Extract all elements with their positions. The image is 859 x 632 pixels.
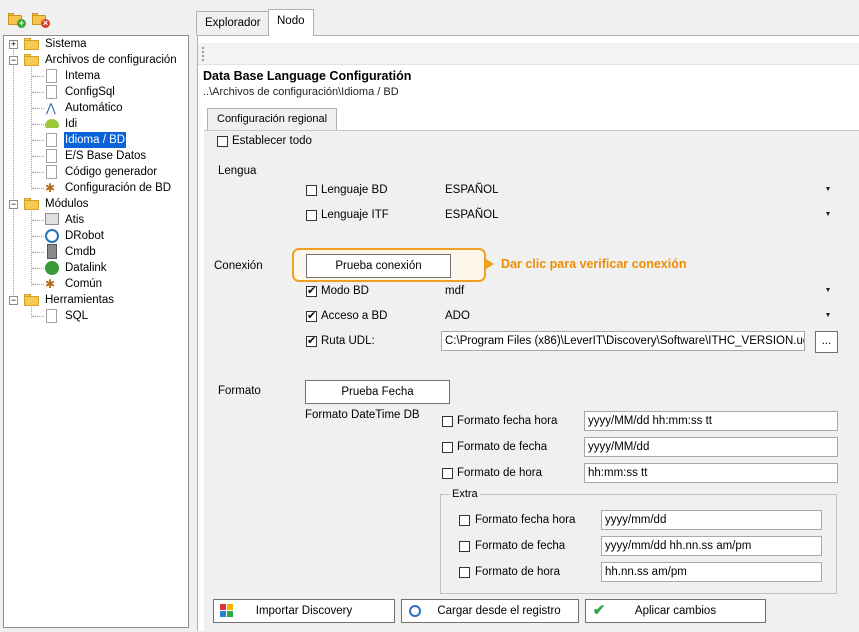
compass-icon: ⋀ <box>46 101 56 115</box>
import-icon <box>220 604 234 618</box>
collapse-archivos[interactable]: − <box>9 56 18 65</box>
ruta-udl-input[interactable]: C:\Program Files (x86)\LeverIT\Discovery… <box>441 331 805 351</box>
aplicar-label: Aplicar cambios <box>634 605 717 617</box>
tab-configuracion-regional[interactable]: Configuración regional <box>207 108 338 130</box>
modo-bd-select[interactable]: mdf <box>445 285 464 297</box>
formato-fecha-label: Formato de fecha <box>457 441 548 453</box>
formato-fecha-input[interactable]: yyyy/MM/dd <box>584 437 838 457</box>
prueba-conexion-button[interactable]: Prueba conexión <box>306 254 451 278</box>
extra-hora-checkbox[interactable] <box>459 567 470 578</box>
document-icon <box>46 85 57 99</box>
cargar-registro-button[interactable]: Cargar desde el registro <box>401 599 579 623</box>
formato-fecha-hora-label: Formato fecha hora <box>457 415 558 427</box>
folder-icon <box>24 54 40 66</box>
lenguaje-bd-label: Lenguaje BD <box>321 184 388 196</box>
formato-datetime-label: Formato DateTime DB <box>305 409 420 421</box>
ruta-udl-label: Ruta UDL: <box>321 335 375 347</box>
tab-explorador[interactable]: Explorador <box>196 11 270 35</box>
importar-label: Importar Discovery <box>255 605 353 617</box>
extra-fecha-hora-checkbox[interactable] <box>459 515 470 526</box>
lenguaje-bd-select[interactable]: ESPAÑOL <box>445 184 498 196</box>
modo-bd-checkbox[interactable] <box>306 284 317 297</box>
document-icon <box>46 133 57 147</box>
tree-view[interactable]: + Sistema − Archivos de configuración In… <box>3 35 189 628</box>
callout-text: Dar clic para verificar conexión <box>501 257 687 271</box>
lenguaje-itf-label: Lenguaje ITF <box>321 209 389 221</box>
acceso-bd-checkbox[interactable] <box>306 309 317 322</box>
collapse-herramientas[interactable]: − <box>9 296 18 305</box>
lenguaje-itf-checkbox[interactable] <box>306 210 317 221</box>
formato-fecha-hora-input[interactable]: yyyy/MM/dd hh:mm:ss tt <box>584 411 838 431</box>
expand-sistema[interactable]: + <box>9 40 18 49</box>
toolstrip-grip[interactable] <box>202 47 204 61</box>
collapse-modulos[interactable]: − <box>9 200 18 209</box>
extra-fecha-label: Formato de fecha <box>475 540 566 552</box>
language-icon <box>45 119 59 128</box>
folder-icon <box>24 294 40 306</box>
lenguaje-itf-select[interactable]: ESPAÑOL <box>445 209 498 221</box>
clock-icon <box>45 229 59 243</box>
chevron-down-icon[interactable]: ▼ <box>822 282 834 300</box>
document-icon <box>46 165 57 179</box>
formato-fecha-hora-checkbox[interactable] <box>442 416 453 427</box>
extra-fecha-hora-input[interactable]: yyyy/mm/dd <box>601 510 822 530</box>
extra-hora-input[interactable]: hh.nn.ss am/pm <box>601 562 822 582</box>
establecer-todo-checkbox[interactable] <box>217 136 228 147</box>
extra-fecha-checkbox[interactable] <box>459 541 470 552</box>
check-icon: ✔ <box>592 602 606 619</box>
extra-fecha-input[interactable]: yyyy/mm/dd hh.nn.ss am/pm <box>601 536 822 556</box>
acceso-bd-label: Acceso a BD <box>321 310 388 322</box>
aplicar-cambios-button[interactable]: ✔ Aplicar cambios <box>585 599 766 623</box>
folder-icon <box>24 38 40 50</box>
server-icon <box>45 213 59 225</box>
prueba-fecha-button[interactable]: Prueba Fecha <box>305 380 450 404</box>
browse-button[interactable]: ... <box>815 331 838 353</box>
formato-hora-checkbox[interactable] <box>442 468 453 479</box>
folder-delete-icon[interactable]: × <box>32 12 50 28</box>
folder-icon <box>24 198 40 210</box>
globe-icon <box>45 261 59 275</box>
folder-add-icon[interactable]: + <box>8 12 26 28</box>
modo-bd-label: Modo BD <box>321 285 369 297</box>
tree-line <box>13 46 14 301</box>
establecer-todo-label: Establecer todo <box>232 135 312 147</box>
extra-fecha-hora-label: Formato fecha hora <box>475 514 576 526</box>
chevron-down-icon[interactable]: ▼ <box>822 307 834 325</box>
breadcrumb: ..\Archivos de configuración\Idioma / BD <box>203 86 399 98</box>
acceso-bd-select[interactable]: ADO <box>445 310 470 322</box>
formato-hora-label: Formato de hora <box>457 467 543 479</box>
lenguaje-bd-checkbox[interactable] <box>306 185 317 196</box>
document-icon <box>46 149 57 163</box>
database-icon <box>47 244 57 259</box>
conexion-section-label: Conexión <box>214 260 263 272</box>
document-icon <box>46 69 57 83</box>
extra-group-label: Extra <box>450 488 480 500</box>
document-icon <box>46 309 57 323</box>
toolstrip <box>198 43 859 65</box>
extra-hora-label: Formato de hora <box>475 566 561 578</box>
tools-icon: ✱ <box>45 181 56 195</box>
magnifier-icon <box>409 605 421 617</box>
callout-arrow-icon <box>486 259 494 269</box>
formato-fecha-checkbox[interactable] <box>442 442 453 453</box>
tab-nodo[interactable]: Nodo <box>268 9 314 36</box>
importar-discovery-button[interactable]: Importar Discovery <box>213 599 395 623</box>
ruta-udl-checkbox[interactable] <box>306 334 317 347</box>
tree-line <box>31 62 32 190</box>
formato-section-label: Formato <box>218 385 261 397</box>
tools-icon: ✱ <box>45 277 56 291</box>
page-title: Data Base Language Configuratión <box>203 69 412 83</box>
chevron-down-icon[interactable]: ▼ <box>822 206 834 224</box>
chevron-down-icon[interactable]: ▼ <box>822 181 834 199</box>
formato-hora-input[interactable]: hh:mm:ss tt <box>584 463 838 483</box>
lengua-section-label: Lengua <box>218 165 257 177</box>
cargar-label: Cargar desde el registro <box>437 605 561 617</box>
tree-line <box>31 206 32 286</box>
